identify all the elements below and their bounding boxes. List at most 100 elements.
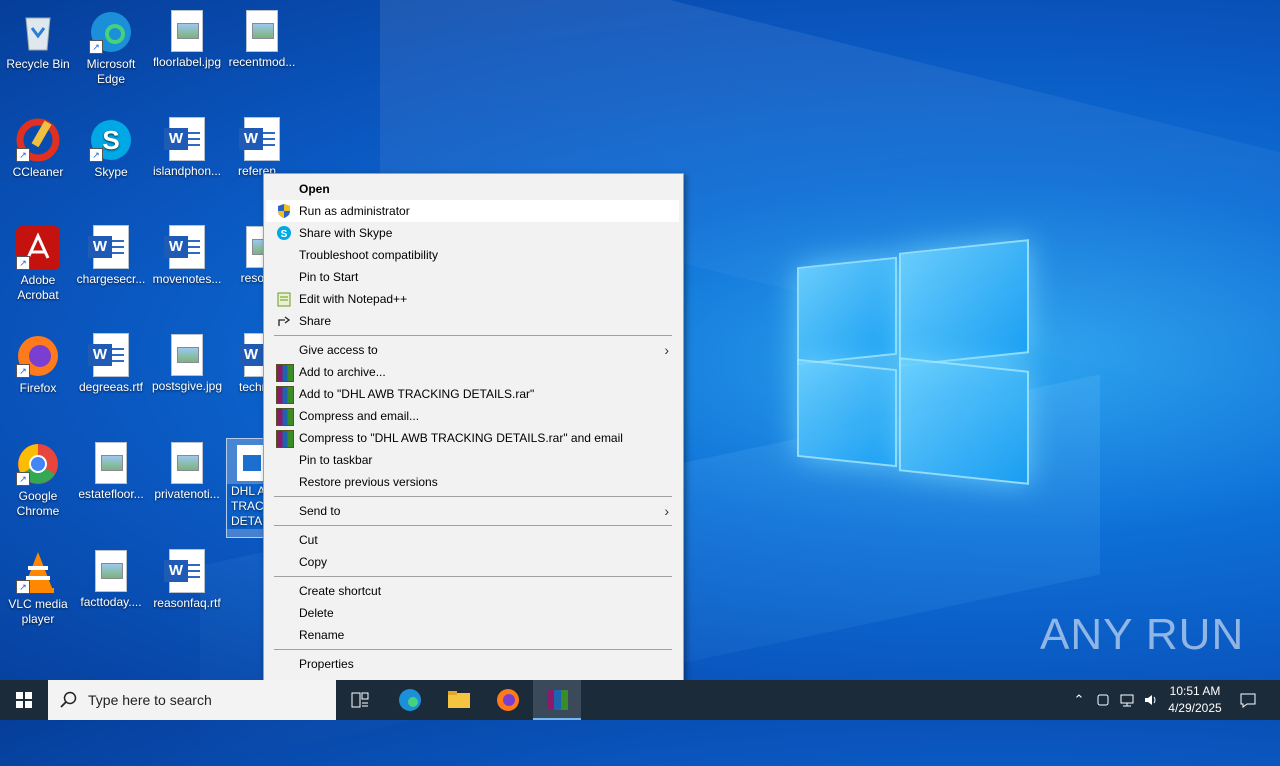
desktop-icon-label: postsgive.jpg bbox=[151, 379, 223, 393]
volume-icon[interactable] bbox=[1140, 680, 1162, 720]
tray-overflow-chevron-up-icon[interactable]: ⌃ bbox=[1068, 680, 1090, 720]
menu-item-open[interactable]: Open bbox=[266, 178, 679, 200]
menu-item-copy[interactable]: Copy bbox=[266, 551, 679, 573]
menu-item-label: Run as administrator bbox=[299, 204, 410, 218]
desktop-icon-facttoday[interactable]: facttoday.... bbox=[73, 544, 149, 610]
image-file-icon bbox=[171, 334, 203, 376]
image-file-icon bbox=[171, 442, 203, 484]
desktop-icon-label: islandphon... bbox=[152, 164, 222, 178]
task-view-button[interactable] bbox=[336, 680, 384, 720]
desktop-icon-vlc[interactable]: ↗ VLC media player bbox=[0, 544, 76, 627]
desktop-icon-recentmod[interactable]: recentmod... bbox=[224, 4, 300, 70]
taskbar-winrar[interactable] bbox=[533, 680, 581, 720]
recycle-bin-icon bbox=[16, 10, 60, 54]
desktop-icon-label: recentmod... bbox=[228, 55, 296, 69]
menu-item-run-as-administrator[interactable]: Run as administrator bbox=[266, 200, 679, 222]
desktop-icon-label: Skype bbox=[94, 165, 128, 179]
desktop-icon-chargesecr[interactable]: W chargesecr... bbox=[73, 220, 149, 287]
desktop-icon-skype[interactable]: S ↗ Skype bbox=[73, 112, 149, 180]
menu-item-pin-to-taskbar[interactable]: Pin to taskbar bbox=[266, 449, 679, 471]
taskbar-file-explorer[interactable] bbox=[435, 680, 483, 720]
menu-item-pin-to-start[interactable]: Pin to Start bbox=[266, 266, 679, 288]
taskbar-search-box[interactable]: Type here to search bbox=[48, 680, 336, 720]
clock-time: 10:51 AM bbox=[1169, 684, 1221, 698]
desktop-icon-estatefloor[interactable]: estatefloor... bbox=[73, 436, 149, 502]
menu-item-compress-to-rar-and-email[interactable]: Compress to "DHL AWB TRACKING DETAILS.ra… bbox=[266, 427, 679, 449]
taskbar-edge[interactable] bbox=[386, 680, 434, 720]
firefox-icon: ↗ bbox=[16, 334, 60, 378]
edge-icon bbox=[399, 689, 421, 711]
desktop-icon-label: CCleaner bbox=[12, 165, 64, 179]
menu-item-restore-previous-versions[interactable]: Restore previous versions bbox=[266, 471, 679, 493]
search-icon bbox=[60, 691, 77, 708]
desktop-icon-postsgive[interactable]: postsgive.jpg bbox=[149, 328, 225, 394]
firefox-icon bbox=[497, 689, 519, 711]
menu-item-label: Create shortcut bbox=[299, 584, 382, 598]
menu-item-label: Pin to taskbar bbox=[299, 453, 373, 467]
winrar-icon bbox=[276, 408, 294, 426]
taskbar-clock[interactable]: 10:51 AM 4/29/2025 bbox=[1160, 683, 1230, 717]
desktop-icon-firefox[interactable]: ↗ Firefox bbox=[0, 328, 76, 396]
context-menu: Open Run as administrator S Share with S… bbox=[263, 173, 684, 681]
desktop-icon-degreeas[interactable]: W degreeas.rtf bbox=[73, 328, 149, 395]
desktop-icon-label: facttoday.... bbox=[80, 595, 142, 609]
desktop-icon-islandphon[interactable]: W islandphon... bbox=[149, 112, 225, 179]
desktop-icon-privatenoti[interactable]: privatenoti... bbox=[149, 436, 225, 502]
menu-separator bbox=[274, 576, 672, 577]
desktop-icon-label: Firefox bbox=[19, 381, 57, 395]
word-document-icon: W bbox=[164, 117, 205, 161]
desktop-icon-floorlabel[interactable]: floorlabel.jpg bbox=[149, 4, 225, 70]
menu-item-label: Compress and email... bbox=[299, 409, 420, 423]
menu-item-properties[interactable]: Properties bbox=[266, 653, 679, 675]
desktop-icon-adobe-acrobat[interactable]: ↗ Adobe Acrobat bbox=[0, 220, 76, 303]
desktop-icon-recycle-bin[interactable]: Recycle Bin bbox=[0, 4, 76, 72]
desktop-icon-label: estatefloor... bbox=[78, 487, 144, 501]
menu-item-share[interactable]: Share bbox=[266, 310, 679, 332]
desktop-icon-reasonfaq[interactable]: W reasonfaq.rtf bbox=[149, 544, 225, 611]
tray-app-icon[interactable] bbox=[1092, 680, 1114, 720]
windows-start-icon bbox=[16, 692, 32, 708]
menu-item-send-to[interactable]: Send to › bbox=[266, 500, 679, 522]
desktop-icon-ccleaner[interactable]: ↗ CCleaner bbox=[0, 112, 76, 180]
taskbar-firefox[interactable] bbox=[484, 680, 532, 720]
chrome-icon: ↗ bbox=[16, 442, 60, 486]
desktop-icon-edge[interactable]: ↗ Microsoft Edge bbox=[73, 4, 149, 87]
desktop-icon-label: VLC media player bbox=[8, 597, 68, 626]
image-file-icon bbox=[95, 442, 127, 484]
clock-date: 4/29/2025 bbox=[1168, 701, 1222, 715]
folder-icon bbox=[448, 691, 470, 708]
menu-item-troubleshoot-compatibility[interactable]: Troubleshoot compatibility bbox=[266, 244, 679, 266]
desktop-icon-label: Adobe Acrobat bbox=[17, 273, 59, 302]
ccleaner-icon: ↗ bbox=[16, 118, 60, 162]
menu-item-label: Rename bbox=[299, 628, 345, 642]
start-button[interactable] bbox=[0, 680, 48, 720]
menu-item-create-shortcut[interactable]: Create shortcut bbox=[266, 580, 679, 602]
skype-icon: S ↗ bbox=[89, 118, 133, 162]
desktop-icon-label: Microsoft Edge bbox=[86, 57, 136, 86]
word-document-icon: W bbox=[88, 333, 129, 377]
desktop-icon-referen[interactable]: W referen... bbox=[224, 112, 300, 179]
menu-item-label: Add to "DHL AWB TRACKING DETAILS.rar" bbox=[299, 387, 535, 401]
menu-item-cut[interactable]: Cut bbox=[266, 529, 679, 551]
menu-item-add-to-archive[interactable]: Add to archive... bbox=[266, 361, 679, 383]
chevron-right-icon: › bbox=[664, 342, 669, 358]
menu-item-share-with-skype[interactable]: S Share with Skype bbox=[266, 222, 679, 244]
desktop-icon-label: floorlabel.jpg bbox=[152, 55, 222, 69]
menu-item-delete[interactable]: Delete bbox=[266, 602, 679, 624]
menu-item-add-to-rar[interactable]: Add to "DHL AWB TRACKING DETAILS.rar" bbox=[266, 383, 679, 405]
menu-item-compress-and-email[interactable]: Compress and email... bbox=[266, 405, 679, 427]
windows-logo-wallpaper bbox=[795, 239, 1030, 485]
menu-item-rename[interactable]: Rename bbox=[266, 624, 679, 646]
desktop-icon-google-chrome[interactable]: ↗ Google Chrome bbox=[0, 436, 76, 519]
menu-item-label: Share bbox=[299, 314, 332, 328]
menu-item-give-access-to[interactable]: Give access to › bbox=[266, 339, 679, 361]
menu-item-label: Delete bbox=[299, 606, 334, 620]
desktop-icon-movenotes[interactable]: W movenotes... bbox=[149, 220, 225, 287]
menu-item-label: Restore previous versions bbox=[299, 475, 438, 489]
menu-item-edit-with-notepad[interactable]: Edit with Notepad++ bbox=[266, 288, 679, 310]
network-icon[interactable] bbox=[1116, 680, 1138, 720]
menu-item-label: Compress to "DHL AWB TRACKING DETAILS.ra… bbox=[299, 431, 623, 445]
notifications-button[interactable] bbox=[1236, 680, 1260, 720]
word-document-icon: W bbox=[164, 549, 205, 593]
word-document-icon: W bbox=[164, 225, 205, 269]
